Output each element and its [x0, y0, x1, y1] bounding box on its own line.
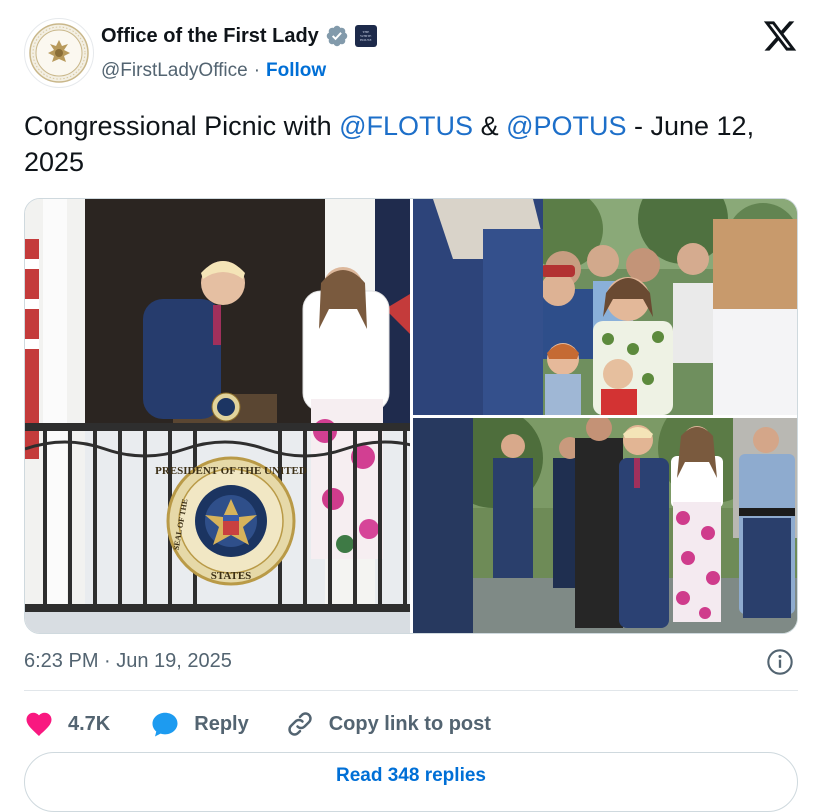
- author-handle-row: @FirstLadyOffice · Follow: [101, 60, 326, 82]
- info-icon[interactable]: [766, 648, 794, 676]
- link-icon: [288, 712, 312, 736]
- seal-text-bottom: STATES: [211, 570, 252, 582]
- reply-label: Reply: [194, 712, 249, 735]
- photo-crowd[interactable]: [413, 199, 797, 415]
- photo-balcony[interactable]: PRESIDENT OF THE UNITED STATES SEAL OF T…: [25, 199, 410, 633]
- like-button[interactable]: 4.7K: [24, 709, 110, 739]
- avatar[interactable]: [24, 18, 94, 88]
- affiliation-badge[interactable]: THE WHITE HOUSE: [354, 25, 377, 47]
- reply-bubble-icon: [152, 712, 178, 737]
- tweet-text: Congressional Picnic with @FLOTUS & @POT…: [24, 111, 755, 177]
- divider: [24, 690, 798, 691]
- post-card: Office of the First Lady THE WHITE HOUSE…: [0, 0, 816, 812]
- read-replies-button[interactable]: Read 348 replies: [24, 752, 798, 812]
- follow-button[interactable]: Follow: [266, 60, 326, 82]
- author-handle[interactable]: @FirstLadyOffice: [101, 60, 248, 82]
- x-logo-icon[interactable]: [762, 18, 798, 54]
- photo-walking[interactable]: [413, 418, 797, 633]
- like-count: 4.7K: [68, 712, 111, 735]
- copy-link-button[interactable]: Copy link to post: [285, 709, 491, 739]
- reply-button[interactable]: Reply: [150, 709, 249, 739]
- copy-link-label: Copy link to post: [328, 712, 491, 735]
- seal-icon: [29, 23, 89, 83]
- separator: ·: [253, 60, 261, 81]
- author-name-row: Office of the First Lady THE WHITE HOUSE: [101, 24, 377, 48]
- seal-text-top: PRESIDENT OF THE UNITED: [155, 465, 307, 477]
- post-timestamp[interactable]: 6:23 PM · Jun 19, 2025: [24, 650, 232, 673]
- mention-potus[interactable]: @POTUS: [506, 111, 626, 141]
- mention-flotus[interactable]: @FLOTUS: [339, 111, 473, 141]
- heart-icon: [26, 712, 52, 736]
- action-bar: 4.7K Reply Copy link to post: [24, 704, 491, 744]
- author-display-name[interactable]: Office of the First Lady: [101, 25, 319, 48]
- media-grid: PRESIDENT OF THE UNITED STATES SEAL OF T…: [24, 198, 798, 634]
- verified-badge-icon: [326, 25, 348, 47]
